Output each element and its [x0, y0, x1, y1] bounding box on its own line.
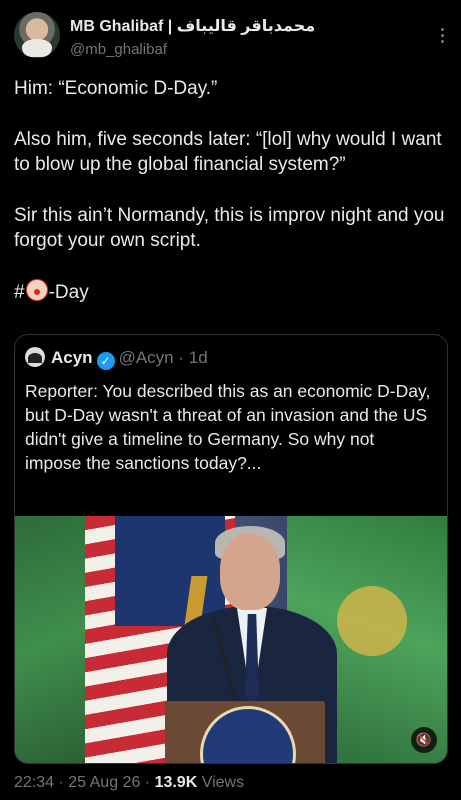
tweet-date[interactable]: 25 Aug 26	[68, 774, 140, 791]
tweet-text: Him: “Economic D-Day.” Also him, five se…	[14, 76, 449, 331]
quoted-tweet-text: Reporter: You described this as an econo…	[25, 381, 431, 473]
tweet-time[interactable]: 22:34	[14, 774, 54, 791]
clown-face-icon	[25, 279, 48, 301]
verified-badge-icon: ✓	[96, 352, 115, 370]
tweet-header: MB Ghalibaf | محمدباقر قالیباف @mb_ghali…	[14, 12, 447, 64]
quoted-tweet-header: Acyn ✓ @Acyn · 1d	[25, 347, 208, 370]
tweet-paragraph-2: Also him, five seconds later: “[lol] why…	[14, 129, 442, 175]
hashtag-suffix: -Day	[48, 282, 89, 303]
more-dots-icon[interactable]	[441, 28, 445, 46]
quoted-author-name[interactable]: Acyn	[51, 348, 93, 367]
quoted-tweet[interactable]: Acyn ✓ @Acyn · 1d Reporter: You described …	[14, 334, 448, 764]
author-display-name[interactable]: MB Ghalibaf | محمدباقر قالیباف	[70, 16, 315, 36]
hashtag-link[interactable]: # -Day	[14, 279, 449, 305]
quoted-author-handle: @Acyn	[118, 348, 174, 367]
author-handle[interactable]: @mb_ghalibaf	[70, 41, 167, 58]
flag-emblem	[337, 586, 407, 656]
views-label: Views	[197, 774, 245, 791]
tweet-meta: 22:34 · 25 Aug 26 · 13.9K Views	[14, 774, 245, 791]
quoted-age: 1d	[188, 348, 208, 367]
quoted-video[interactable]: 🔇	[15, 516, 447, 763]
views-count: 13.9K	[154, 774, 198, 791]
tweet-paragraph-1: Him: “Economic D-Day.”	[14, 78, 218, 99]
author-avatar[interactable]	[14, 12, 60, 58]
quoted-author-avatar[interactable]	[25, 347, 45, 367]
mute-icon[interactable]: 🔇	[411, 727, 437, 753]
hashtag-prefix: #	[14, 282, 25, 303]
tweet-paragraph-3: Sir this ain’t Normandy, this is improv …	[14, 205, 445, 251]
speaker-head	[220, 534, 280, 610]
us-flag-canton	[115, 516, 225, 626]
